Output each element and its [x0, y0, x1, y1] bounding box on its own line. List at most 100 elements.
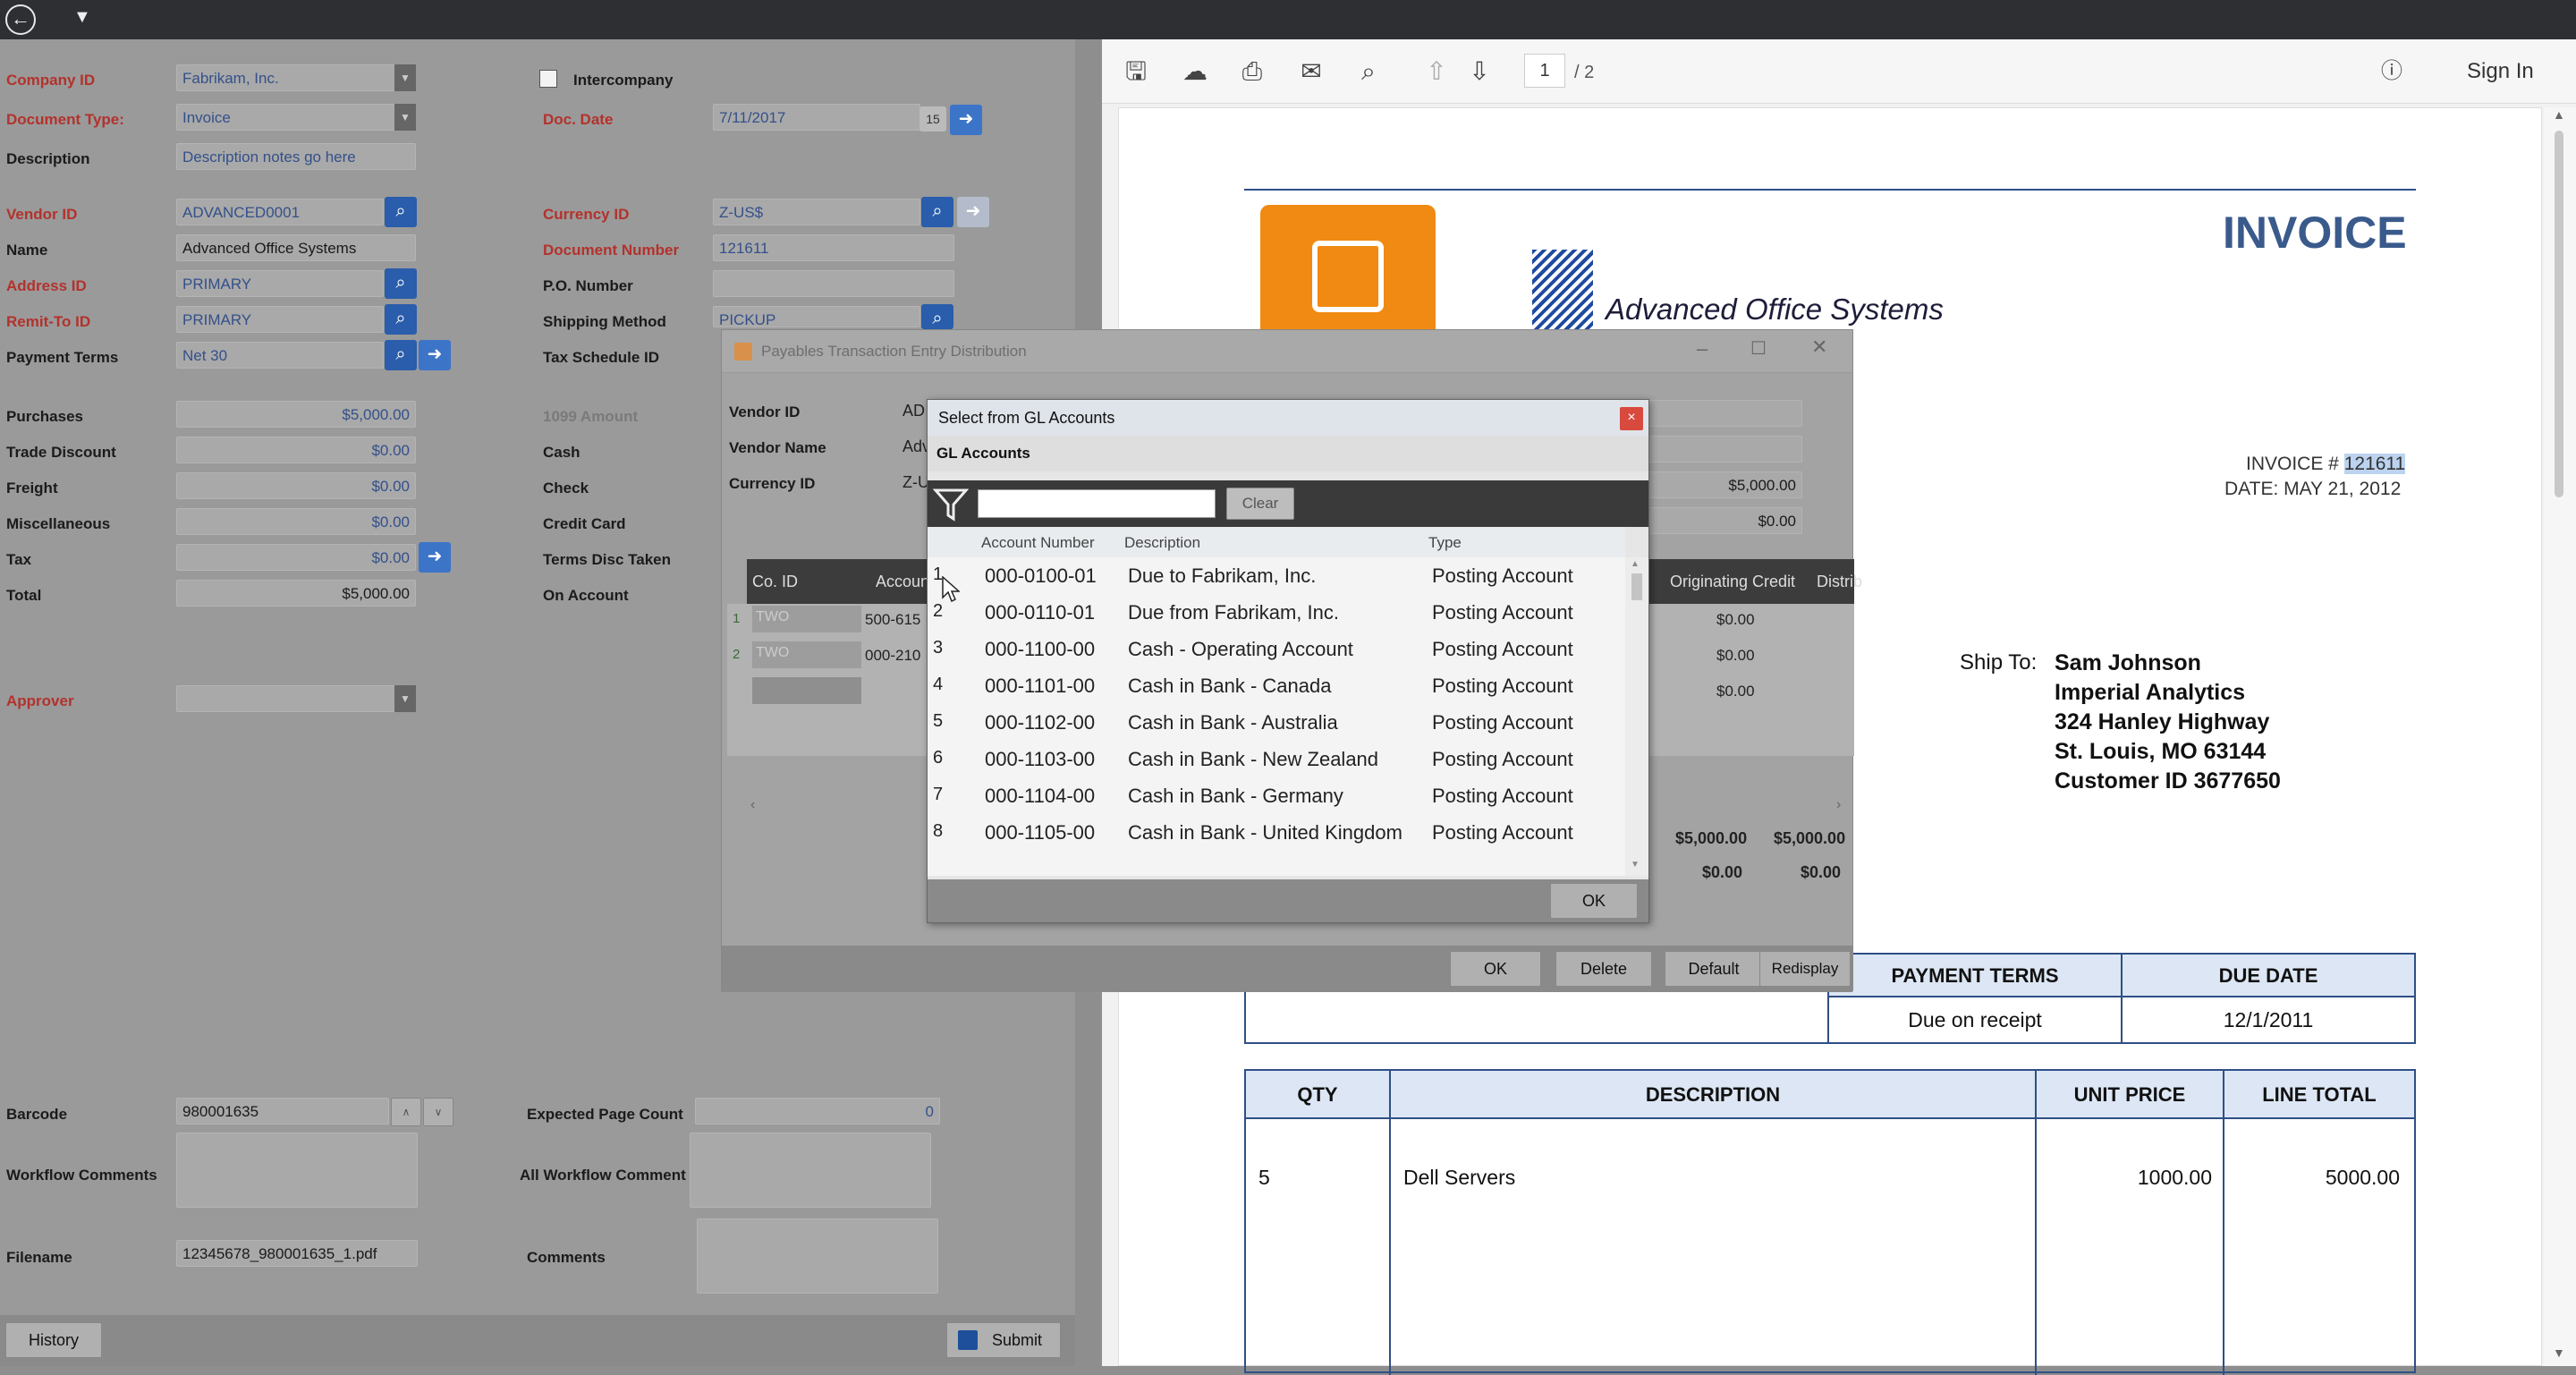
approver-field[interactable]	[176, 685, 416, 712]
dist-redisplay-button[interactable]: Redisplay	[1759, 951, 1851, 987]
gl-row[interactable]: 6 000-1103-00 Cash in Bank - New Zealand Po…	[928, 741, 1625, 777]
all-workflow-comment-field[interactable]	[690, 1133, 931, 1208]
payment-terms-search-icon[interactable]: ⌕	[385, 340, 417, 370]
gl-dialog-titlebar[interactable]: Select from GL Accounts ×	[928, 400, 1648, 436]
dist-row-credit[interactable]: $0.00	[1716, 647, 1755, 665]
expected-page-count-field[interactable]: 0	[695, 1098, 940, 1125]
save-icon[interactable]: 🖫	[1120, 55, 1152, 88]
remit-to-id-field[interactable]: PRIMARY	[176, 306, 384, 333]
col-type[interactable]: Type	[1428, 534, 1462, 552]
barcode-up-icon[interactable]: ∧	[391, 1098, 421, 1126]
viewer-scrollbar[interactable]: ▲ ▼	[2544, 107, 2576, 1366]
company-id-dropdown-icon[interactable]: ▼	[394, 64, 416, 91]
barcode-down-icon[interactable]: ∨	[423, 1098, 453, 1126]
document-number-field[interactable]: 121611	[713, 234, 954, 261]
barcode-field[interactable]: 980001635	[176, 1098, 389, 1125]
maximize-icon[interactable]: ☐	[1750, 337, 1767, 360]
address-search-icon[interactable]: ⌕	[385, 268, 417, 299]
address-id-field[interactable]: PRIMARY	[176, 270, 384, 297]
payment-terms-go-arrow-icon[interactable]: ➜	[419, 340, 451, 370]
gl-row[interactable]: 8 000-1105-00 Cash in Bank - United Kingdo…	[928, 814, 1625, 851]
trade-discount-field[interactable]: $0.00	[176, 437, 416, 463]
currency-search-icon[interactable]: ⌕	[921, 197, 953, 227]
scroll-up-icon[interactable]: ▲	[2553, 107, 2565, 122]
email-icon[interactable]: ✉	[1295, 55, 1327, 88]
dist-row-co[interactable]: TWO	[752, 641, 861, 668]
name-field[interactable]: Advanced Office Systems	[176, 234, 416, 261]
next-page-icon[interactable]: ⇩	[1463, 55, 1496, 88]
currency-go-arrow-icon[interactable]: ➜	[957, 197, 989, 227]
dist-default-button[interactable]: Default	[1665, 951, 1763, 987]
close-icon[interactable]: ✕	[1811, 335, 1827, 359]
search-icon[interactable]: ⌕	[1352, 55, 1385, 88]
print-icon[interactable]: ⎙	[1236, 55, 1268, 88]
freight-field[interactable]: $0.00	[176, 472, 416, 499]
gl-filter-input[interactable]	[978, 489, 1216, 518]
dist-row-account[interactable]: 000-210	[865, 647, 920, 665]
intercompany-checkbox[interactable]	[539, 70, 557, 88]
gl-row[interactable]: 5 000-1102-00 Cash in Bank - Australia Post…	[928, 704, 1625, 741]
filter-icon[interactable]	[933, 488, 969, 522]
purchases-field[interactable]: $5,000.00	[176, 401, 416, 428]
doc-date-field[interactable]: 7/11/2017	[713, 104, 920, 131]
upload-icon[interactable]: ☁	[1179, 55, 1211, 88]
vendor-search-icon[interactable]: ⌕	[385, 197, 417, 227]
gl-row[interactable]: 2 000-0110-01 Due from Fabrikam, Inc. Posti…	[928, 594, 1625, 631]
submit-button[interactable]: Submit	[946, 1322, 1061, 1358]
dist-scroll-left-icon[interactable]: ‹	[750, 797, 755, 813]
payment-terms-field[interactable]: Net 30	[176, 342, 384, 369]
approver-dropdown-icon[interactable]: ▼	[394, 685, 416, 712]
shipping-method-field[interactable]: PICKUP	[713, 306, 920, 327]
workflow-comments-field[interactable]	[176, 1133, 418, 1208]
help-icon[interactable]: ⓘ	[2376, 55, 2408, 88]
currency-id-field[interactable]: Z-US$	[713, 199, 920, 225]
gl-row[interactable]: 7 000-1104-00 Cash in Bank - Germany Postin…	[928, 777, 1625, 814]
dist-row-co[interactable]: TWO	[752, 606, 861, 632]
comments-field[interactable]	[697, 1218, 938, 1294]
scroll-down-icon[interactable]: ▼	[2553, 1345, 2565, 1360]
gl-row[interactable]: 4 000-1101-00 Cash in Bank - Canada Posting…	[928, 667, 1625, 704]
dropdown-caret-icon[interactable]: ▼	[73, 7, 91, 28]
back-arrow-icon[interactable]: ←	[5, 4, 36, 35]
dist-scroll-right-icon[interactable]: ›	[1836, 797, 1841, 813]
gl-row[interactable]: 1 000-0100-01 Due to Fabrikam, Inc. Posting…	[928, 557, 1625, 594]
gl-list-scrollbar[interactable]: ▲ ▼	[1625, 557, 1648, 876]
col-description[interactable]: Description	[1124, 534, 1200, 552]
history-button[interactable]: History	[5, 1322, 102, 1358]
clear-button[interactable]: Clear	[1226, 488, 1294, 520]
dist-row-account[interactable]: 500-615	[865, 611, 920, 629]
document-type-dropdown-icon[interactable]: ▼	[394, 104, 416, 131]
minimize-icon[interactable]: –	[1697, 337, 1707, 361]
gl-ok-button[interactable]: OK	[1550, 883, 1638, 919]
description-field[interactable]: Description notes go here	[176, 143, 416, 170]
page-number-input[interactable]: 1	[1524, 54, 1565, 88]
miscellaneous-field[interactable]: $0.00	[176, 508, 416, 535]
gl-row[interactable]: 3 000-1100-00 Cash - Operating Account Post…	[928, 631, 1625, 667]
dist-row-credit[interactable]: $0.00	[1716, 683, 1755, 700]
save-icon	[958, 1330, 978, 1350]
po-number-field[interactable]	[713, 270, 954, 297]
dist-row-credit[interactable]: $0.00	[1716, 611, 1755, 629]
scroll-down-icon[interactable]: ▼	[1631, 860, 1640, 870]
filename-field[interactable]: 12345678_980001635_1.pdf	[176, 1240, 418, 1267]
remit-search-icon[interactable]: ⌕	[385, 304, 417, 335]
scroll-thumb[interactable]	[1631, 573, 1642, 600]
scroll-up-icon[interactable]: ▲	[1631, 559, 1640, 569]
distribution-dialog-titlebar[interactable]: Payables Transaction Entry Distribution …	[722, 330, 1852, 373]
sign-in-link[interactable]: Sign In	[2467, 59, 2534, 84]
close-icon[interactable]: ×	[1620, 407, 1643, 430]
calendar-icon[interactable]: 15	[919, 106, 946, 132]
dist-ok-button[interactable]: OK	[1450, 951, 1541, 987]
shipping-search-icon[interactable]: ⌕	[921, 304, 953, 329]
company-id-field[interactable]: Fabrikam, Inc.	[176, 64, 416, 91]
doc-date-go-arrow-icon[interactable]: ➜	[950, 105, 982, 135]
dist-delete-button[interactable]: Delete	[1555, 951, 1652, 987]
vendor-id-field[interactable]: ADVANCED0001	[176, 199, 384, 225]
dist-row-co[interactable]	[752, 677, 861, 704]
previous-page-icon[interactable]: ⇧	[1420, 55, 1453, 88]
col-account-number[interactable]: Account Number	[981, 534, 1095, 552]
tax-field[interactable]: $0.00	[176, 544, 416, 571]
scroll-thumb[interactable]	[2555, 131, 2563, 497]
document-type-field[interactable]: Invoice	[176, 104, 416, 131]
tax-go-arrow-icon[interactable]: ➜	[419, 542, 451, 573]
